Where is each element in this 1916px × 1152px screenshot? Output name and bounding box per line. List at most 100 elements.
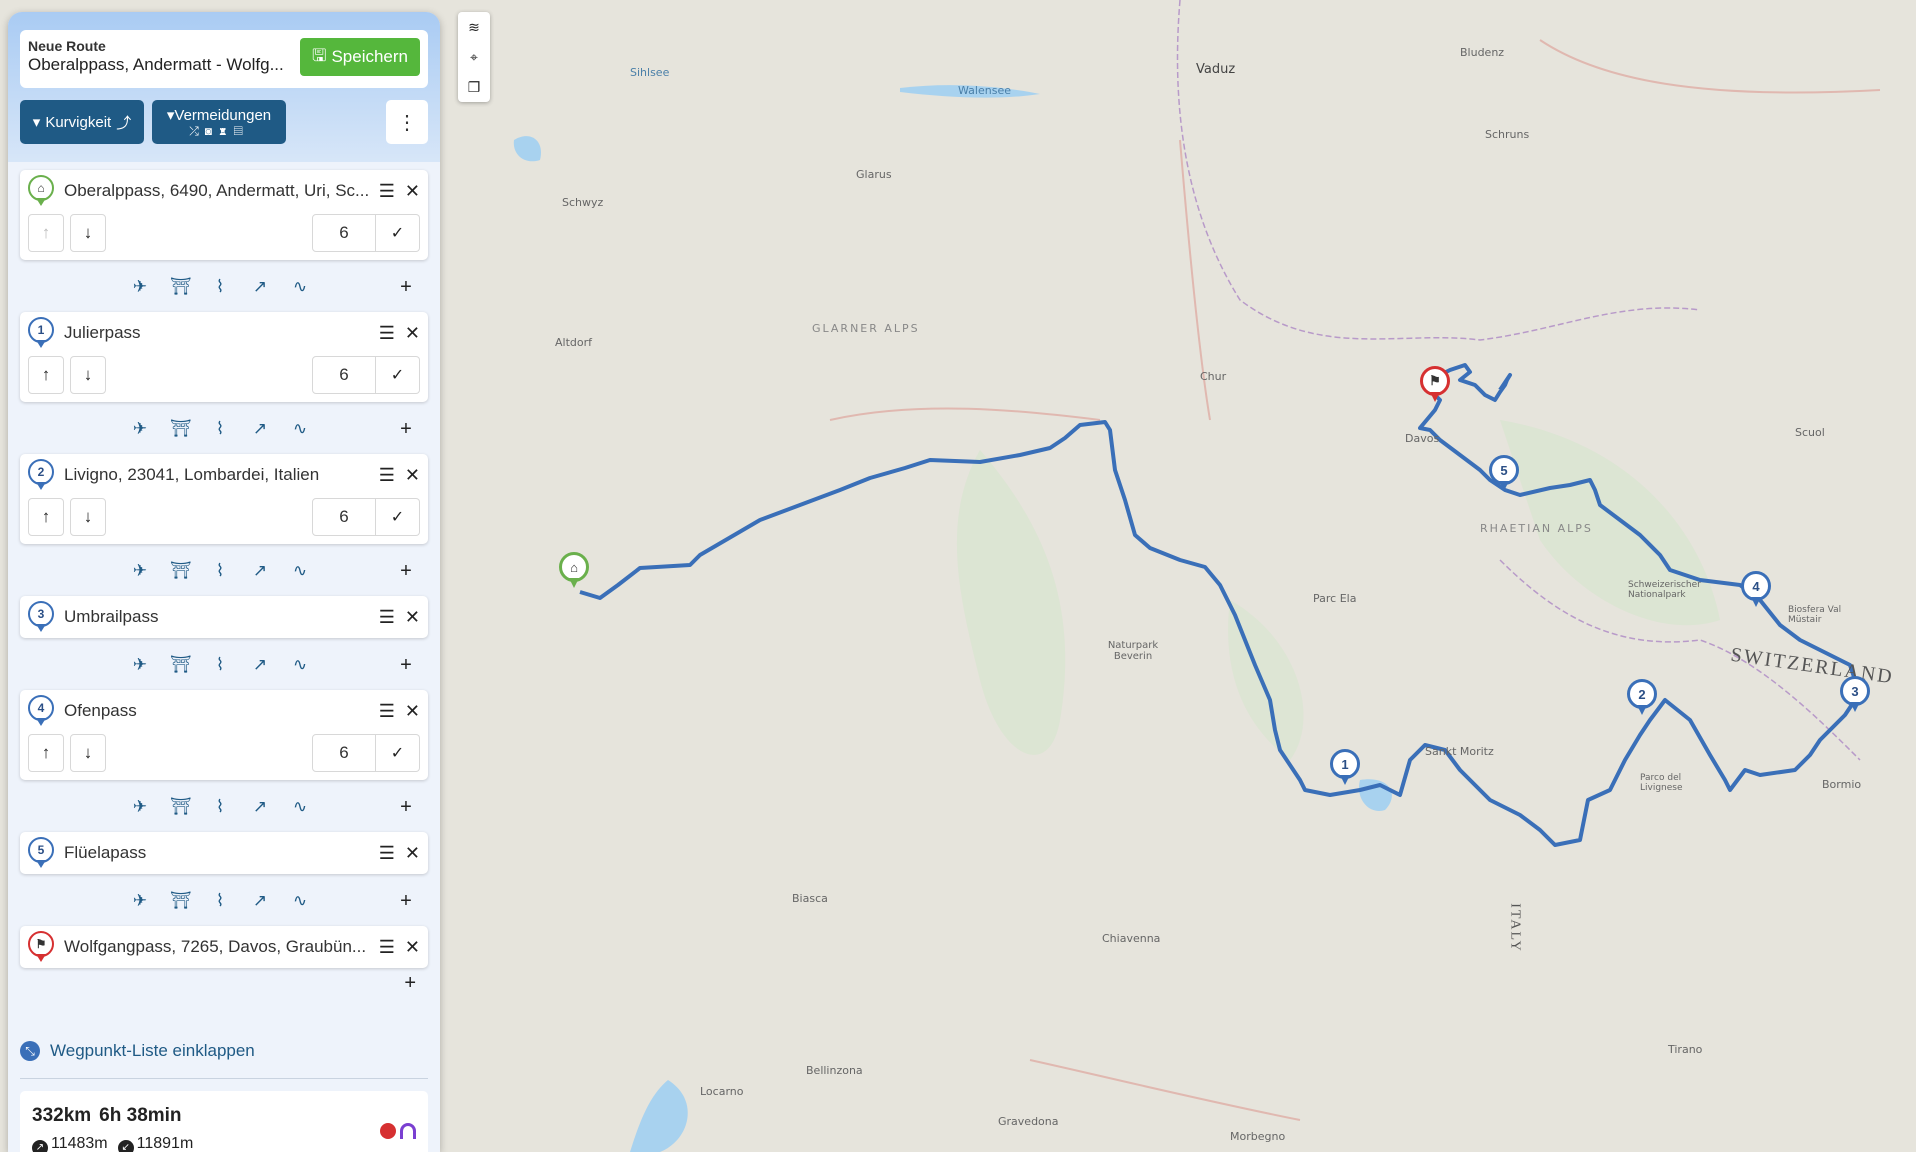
very-curvy-icon[interactable]: ∿ — [290, 419, 310, 439]
waypoint-name[interactable]: Livigno, 23041, Lombardei, Italien — [64, 465, 376, 485]
fast-route-icon[interactable]: ✈ — [130, 655, 150, 675]
fast-route-icon[interactable]: ✈ — [130, 797, 150, 817]
very-curvy-icon[interactable]: ∿ — [290, 655, 310, 675]
add-waypoint-icon[interactable]: + — [396, 276, 416, 299]
move-up-button[interactable]: ↑ — [28, 734, 64, 772]
save-button[interactable]: 🖫 Speichern — [300, 38, 420, 76]
route-title-box[interactable]: Neue Route Oberalppass, Andermatt - Wolf… — [20, 30, 428, 88]
toll-road-icon[interactable]: ⛩ — [170, 797, 192, 817]
avoidance-icons: ⤮◙♜▤ — [189, 123, 249, 138]
waypoint-marker-icon: 2 — [28, 459, 54, 491]
add-waypoint-icon[interactable]: + — [396, 560, 416, 583]
close-icon[interactable]: ✕ — [405, 465, 420, 486]
add-waypoint-icon[interactable]: + — [396, 796, 416, 819]
end-marker[interactable]: ⚑ — [1420, 366, 1450, 404]
move-down-button[interactable]: ↓ — [70, 214, 106, 252]
fast-route-icon[interactable]: ✈ — [130, 561, 150, 581]
drag-handle-icon[interactable]: ☰ — [379, 701, 395, 722]
drag-handle-icon[interactable]: ☰ — [379, 323, 395, 344]
drag-handle-icon[interactable]: ☰ — [379, 607, 395, 628]
place-label: Schruns — [1485, 128, 1530, 141]
close-icon[interactable]: ✕ — [405, 843, 420, 864]
curviness-input[interactable] — [312, 356, 376, 394]
curvy-road-icon[interactable]: ↗ — [250, 655, 270, 675]
waypoint-marker-3[interactable]: 3 — [1840, 676, 1870, 714]
fast-route-icon[interactable]: ✈ — [130, 419, 150, 439]
add-waypoint-icon[interactable]: + — [396, 418, 416, 441]
collapse-waypoint-list-link[interactable]: ⤡ Wegpunkt-Liste einklappen — [20, 1036, 428, 1066]
very-curvy-icon[interactable]: ∿ — [290, 797, 310, 817]
waypoint-marker-icon: 4 — [28, 695, 54, 727]
curvy-road-icon[interactable]: ↗ — [250, 419, 270, 439]
confirm-check-icon[interactable]: ✓ — [376, 498, 420, 536]
drag-handle-icon[interactable]: ☰ — [379, 465, 395, 486]
add-waypoint-icon[interactable]: + — [404, 972, 416, 1002]
region-label: RHAETIAN ALPS — [1480, 522, 1593, 535]
fast-route-icon[interactable]: ✈ — [130, 277, 150, 297]
close-icon[interactable]: ✕ — [405, 607, 420, 628]
straight-road-icon[interactable]: ⌇ — [210, 561, 230, 581]
start-marker[interactable]: ⌂ — [559, 552, 589, 590]
add-waypoint-icon[interactable]: + — [396, 654, 416, 677]
curviness-input[interactable] — [312, 498, 376, 536]
move-down-button[interactable]: ↓ — [70, 734, 106, 772]
layers-icon[interactable]: ≋ — [458, 12, 490, 42]
drag-handle-icon[interactable]: ☰ — [379, 181, 395, 202]
straight-road-icon[interactable]: ⌇ — [210, 419, 230, 439]
park-label: Schweizerischer Nationalpark — [1628, 580, 1701, 600]
close-icon[interactable]: ✕ — [405, 937, 420, 958]
move-up-button[interactable]: ↑ — [28, 498, 64, 536]
waypoint-name[interactable]: Umbrailpass — [64, 607, 376, 627]
add-waypoint-icon[interactable]: + — [396, 890, 416, 913]
drag-handle-icon[interactable]: ☰ — [379, 937, 395, 958]
straight-road-icon[interactable]: ⌇ — [210, 277, 230, 297]
toll-road-icon[interactable]: ⛩ — [170, 891, 192, 911]
very-curvy-icon[interactable]: ∿ — [290, 891, 310, 911]
location-pin-icon[interactable]: ⌖ — [458, 42, 490, 72]
waypoint-marker-4[interactable]: 4 — [1741, 571, 1771, 609]
fast-route-icon[interactable]: ✈ — [130, 891, 150, 911]
toll-road-icon[interactable]: ⛩ — [170, 655, 192, 675]
confirm-check-icon[interactable]: ✓ — [376, 214, 420, 252]
kurvigkeit-button[interactable]: ▾ Kurvigkeit ⤴ — [20, 100, 144, 144]
more-options-button[interactable]: ⋮ — [386, 100, 428, 144]
confirm-check-icon[interactable]: ✓ — [376, 734, 420, 772]
move-up-button[interactable]: ↑ — [28, 356, 64, 394]
waypoint-name[interactable]: Wolfgangpass, 7265, Davos, Graubün... — [64, 937, 376, 957]
close-icon[interactable]: ✕ — [405, 323, 420, 344]
segment-options: ✈ ⛩ ⌇ ↗ ∿ + — [20, 786, 428, 828]
toll-road-icon[interactable]: ⛩ — [170, 419, 192, 439]
curvy-road-icon[interactable]: ↗ — [250, 561, 270, 581]
curvy-road-icon[interactable]: ↗ — [250, 891, 270, 911]
toll-road-icon[interactable]: ⛩ — [170, 277, 192, 297]
caret-down-icon: ▾ — [32, 114, 41, 131]
curviness-input[interactable] — [312, 734, 376, 772]
move-down-button[interactable]: ↓ — [70, 498, 106, 536]
close-icon[interactable]: ✕ — [405, 701, 420, 722]
kebab-menu-icon: ⋮ — [397, 111, 417, 134]
confirm-check-icon[interactable]: ✓ — [376, 356, 420, 394]
waypoint-marker-2[interactable]: 2 — [1627, 679, 1657, 717]
very-curvy-icon[interactable]: ∿ — [290, 277, 310, 297]
waypoint-name[interactable]: Ofenpass — [64, 701, 376, 721]
very-curvy-icon[interactable]: ∿ — [290, 561, 310, 581]
straight-road-icon[interactable]: ⌇ — [210, 797, 230, 817]
home-marker-icon: ⌂ — [28, 175, 54, 207]
move-up-button[interactable]: ↑ — [28, 214, 64, 252]
toll-road-icon[interactable]: ⛩ — [170, 561, 192, 581]
curviness-input[interactable] — [312, 214, 376, 252]
waypoint-marker-1[interactable]: 1 — [1330, 749, 1360, 787]
waypoint-marker-5[interactable]: 5 — [1489, 455, 1519, 493]
drag-handle-icon[interactable]: ☰ — [379, 843, 395, 864]
straight-road-icon[interactable]: ⌇ — [210, 891, 230, 911]
waypoint-name[interactable]: Flüelapass — [64, 843, 376, 863]
close-icon[interactable]: ✕ — [405, 181, 420, 202]
move-down-button[interactable]: ↓ — [70, 356, 106, 394]
straight-road-icon[interactable]: ⌇ — [210, 655, 230, 675]
curvy-road-icon[interactable]: ↗ — [250, 797, 270, 817]
waypoint-name[interactable]: Oberalppass, 6490, Andermatt, Uri, Sc... — [64, 181, 376, 201]
vermeidungen-button[interactable]: ▾Vermeidungen ⤮◙♜▤ — [152, 100, 286, 144]
curvy-road-icon[interactable]: ↗ — [250, 277, 270, 297]
waypoint-name[interactable]: Julierpass — [64, 323, 376, 343]
copy-icon[interactable]: ❐ — [458, 72, 490, 102]
